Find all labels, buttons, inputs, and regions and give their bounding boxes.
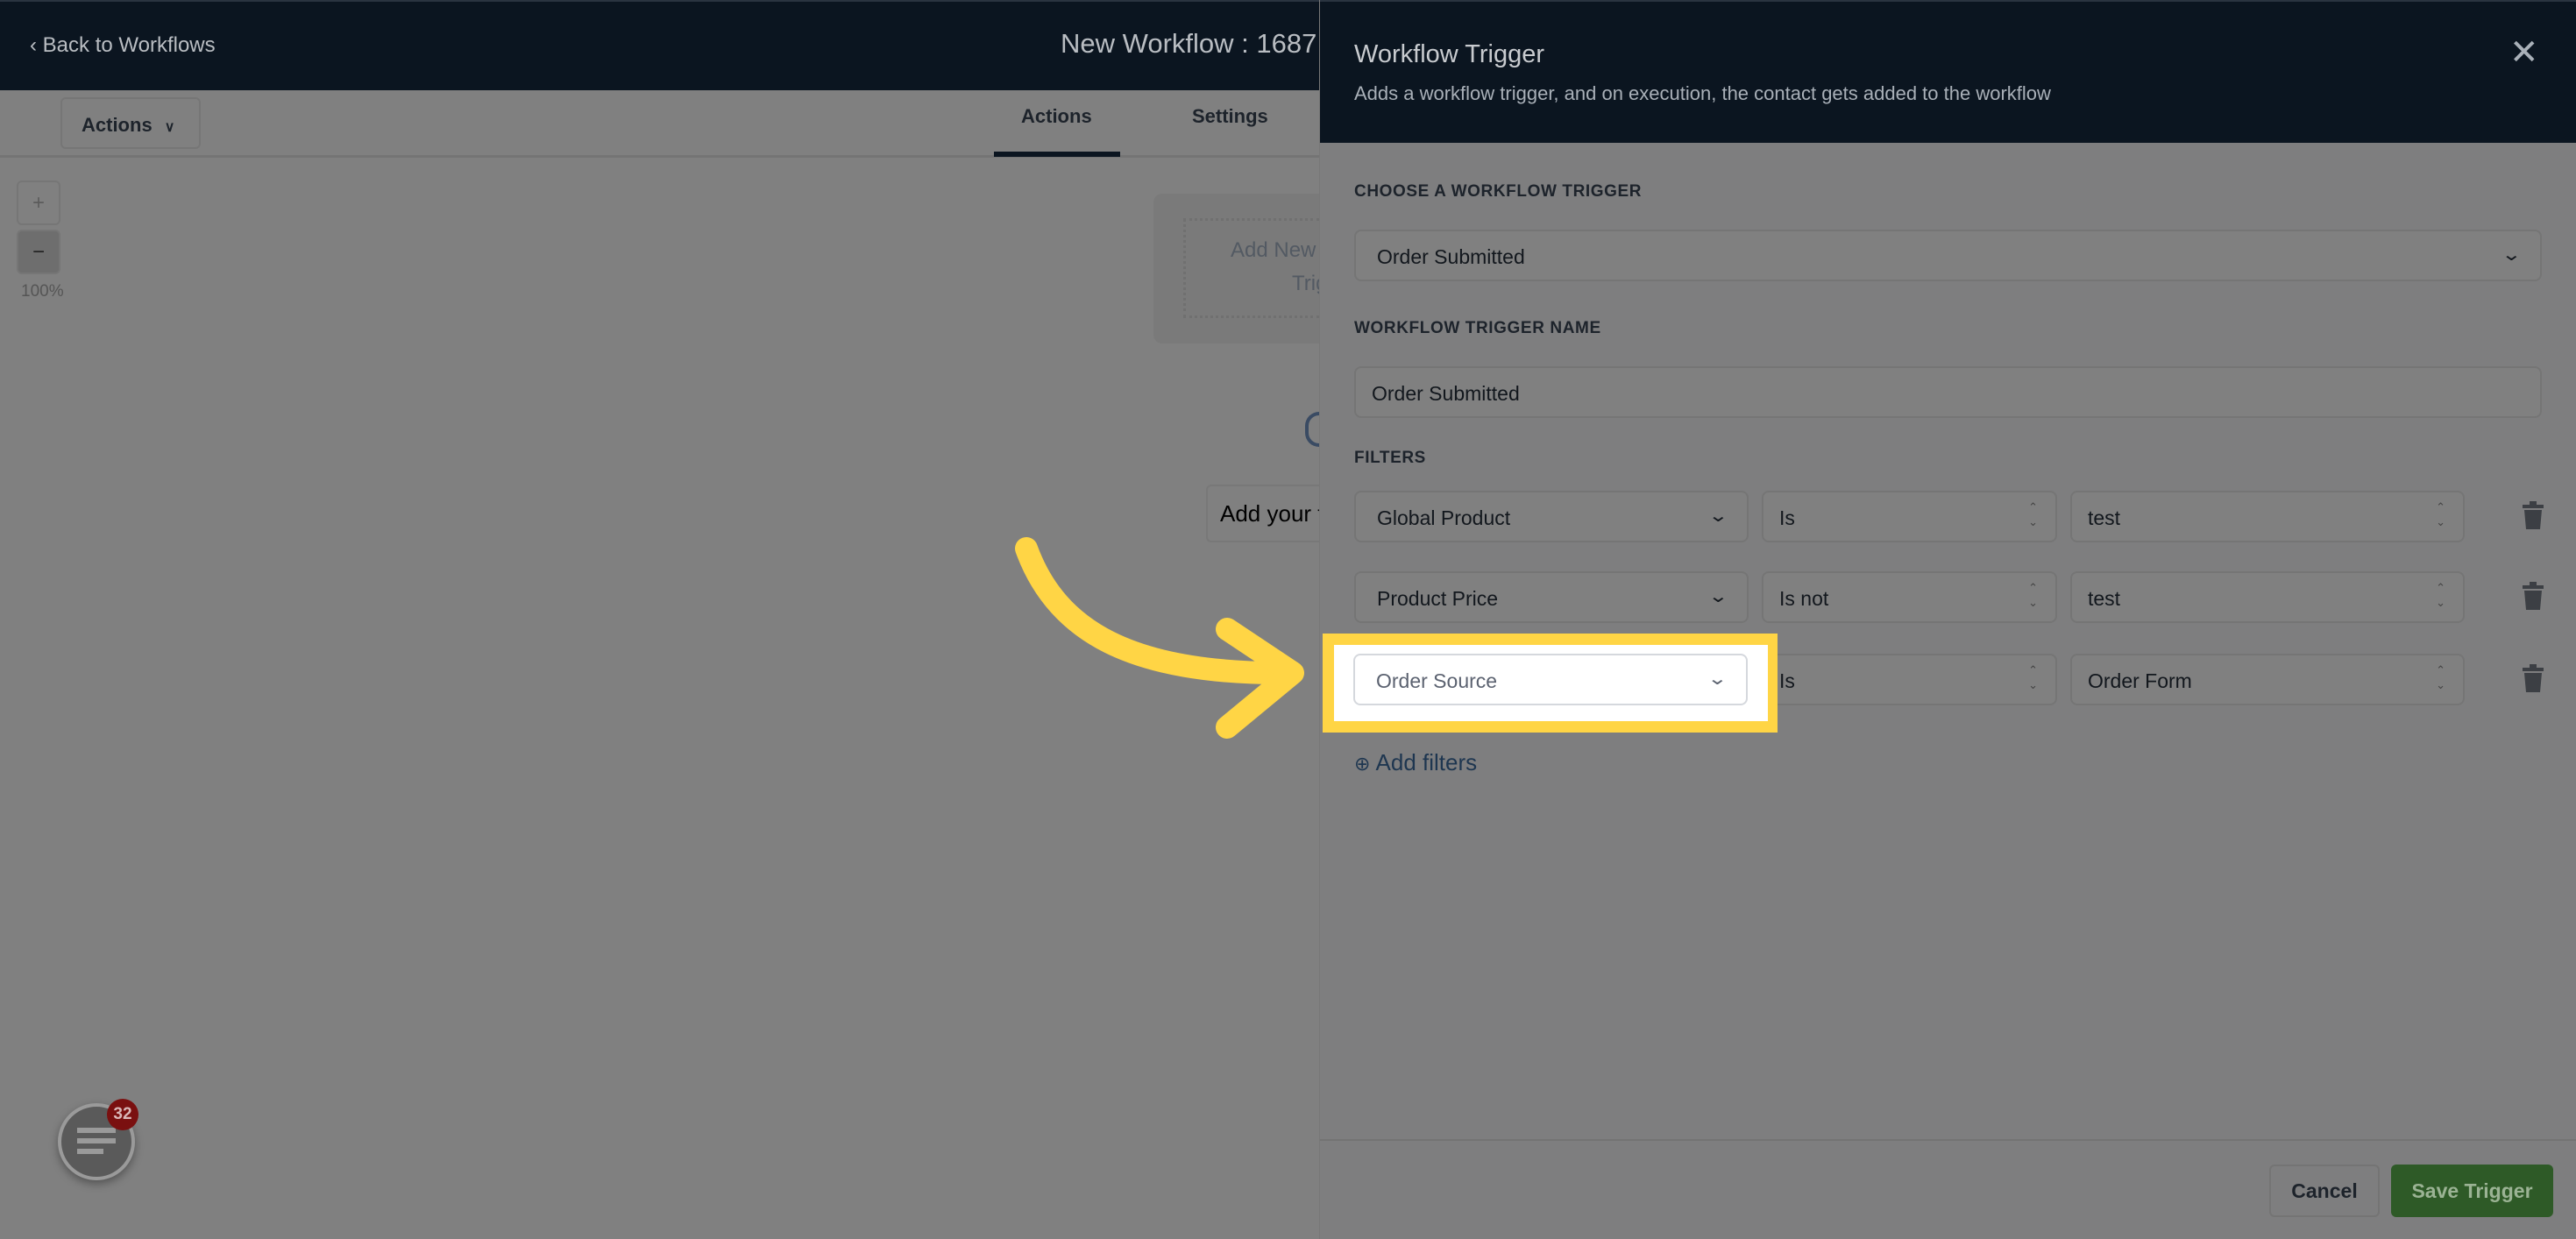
actions-dropdown-label: Actions [82,114,153,136]
trash-icon[interactable] [2523,501,2544,529]
sort-arrows-icon: ⌃ ⌄ [2436,500,2445,528]
panel-subtitle: Adds a workflow trigger, and on executio… [1354,82,2051,104]
trigger-name-input[interactable]: Order Submitted [1354,366,2542,418]
zoom-in-button[interactable]: + [17,181,60,225]
chevron-down-icon: ∨ [164,120,175,135]
chevron-left-icon: ‹ [30,33,43,57]
save-trigger-button[interactable]: Save Trigger [2391,1165,2553,1217]
trigger-select-value: Order Submitted [1377,245,1525,268]
close-icon[interactable]: ✕ [2509,35,2539,70]
back-to-workflows-link[interactable]: ‹ Back to Workflows [30,33,216,58]
trigger-label: CHOOSE A WORKFLOW TRIGGER [1354,182,1643,201]
add-filters-link[interactable]: ⊕ Add filters [1354,749,1477,776]
filters-label: FILTERS [1354,449,1426,467]
filter-field-select[interactable]: Product Price ⌄ [1354,571,1749,623]
plus-circle-icon: ⊕ [1354,753,1376,775]
trigger-select[interactable]: Order Submitted ⌄ [1354,230,2542,281]
workflow-trigger-panel: Workflow Trigger Adds a workflow trigger… [1319,0,2576,1239]
trigger-node-text: Add New [1231,238,1316,262]
zoom-out-button[interactable]: − [17,230,60,274]
workflow-title: New Workflow : 1687 [1061,28,1317,59]
filter-value-select[interactable]: test ⌃ ⌄ [2070,571,2465,623]
cancel-button[interactable]: Cancel [2269,1165,2380,1217]
filter-field-value: Product Price [1377,587,1499,610]
panel-title: Workflow Trigger [1354,40,1545,68]
chevron-down-icon: ⌄ [1707,506,1729,526]
filter-operator-select[interactable]: Is not ⌃ ⌄ [1762,571,2057,623]
filter-value: test [2088,587,2121,610]
filter-operator-value: Is [1779,669,1795,692]
chevron-down-icon: ⌄ [1707,669,1728,689]
trash-icon[interactable] [2523,582,2544,610]
sort-arrows-icon: ⌃ ⌄ [2028,581,2038,609]
notification-badge: 32 [107,1099,138,1130]
filter-value-select[interactable]: Order Form ⌃ ⌄ [2070,654,2465,705]
order-source-field-select[interactable]: Order Source ⌄ [1353,654,1748,705]
back-label: Back to Workflows [42,33,216,57]
filter-value: Order Form [2088,669,2192,692]
panel-header: Workflow Trigger Adds a workflow trigger… [1320,0,2576,143]
zoom-level: 100% [21,282,64,301]
add-step-icon[interactable] [1305,412,1319,447]
footer-divider [1320,1139,2576,1141]
active-tab-indicator [994,152,1120,157]
filter-value: test [2088,506,2121,529]
sort-arrows-icon: ⌃ ⌄ [2436,581,2445,609]
filter-value-select[interactable]: test ⌃ ⌄ [2070,491,2465,542]
chevron-down-icon: ⌄ [1707,587,1729,606]
chevron-down-icon: ⌄ [2501,245,2523,265]
filter-operator-value: Is [1779,506,1795,529]
trigger-name-label: WORKFLOW TRIGGER NAME [1354,319,1601,337]
sort-arrows-icon: ⌃ ⌄ [2028,500,2038,528]
add-first-action[interactable]: Add your f [1206,485,1324,542]
tab-settings[interactable]: Settings [1192,105,1268,128]
sort-arrows-icon: ⌃ ⌄ [2028,663,2038,691]
trash-icon[interactable] [2523,664,2544,692]
tab-actions[interactable]: Actions [1021,105,1092,128]
filter-operator-select[interactable]: Is ⌃ ⌄ [1762,491,2057,542]
filter-operator-select[interactable]: Is ⌃ ⌄ [1762,654,2057,705]
filter-operator-value: Is not [1779,587,1829,610]
filter-field-select[interactable]: Global Product ⌄ [1354,491,1749,542]
filter-field-value: Order Source [1376,669,1498,692]
actions-dropdown[interactable]: Actions ∨ [60,97,201,149]
filter-field-value: Global Product [1377,506,1511,529]
sort-arrows-icon: ⌃ ⌄ [2436,663,2445,691]
add-trigger-dropzone[interactable] [1183,218,1319,318]
add-filters-label: Add filters [1375,749,1478,775]
